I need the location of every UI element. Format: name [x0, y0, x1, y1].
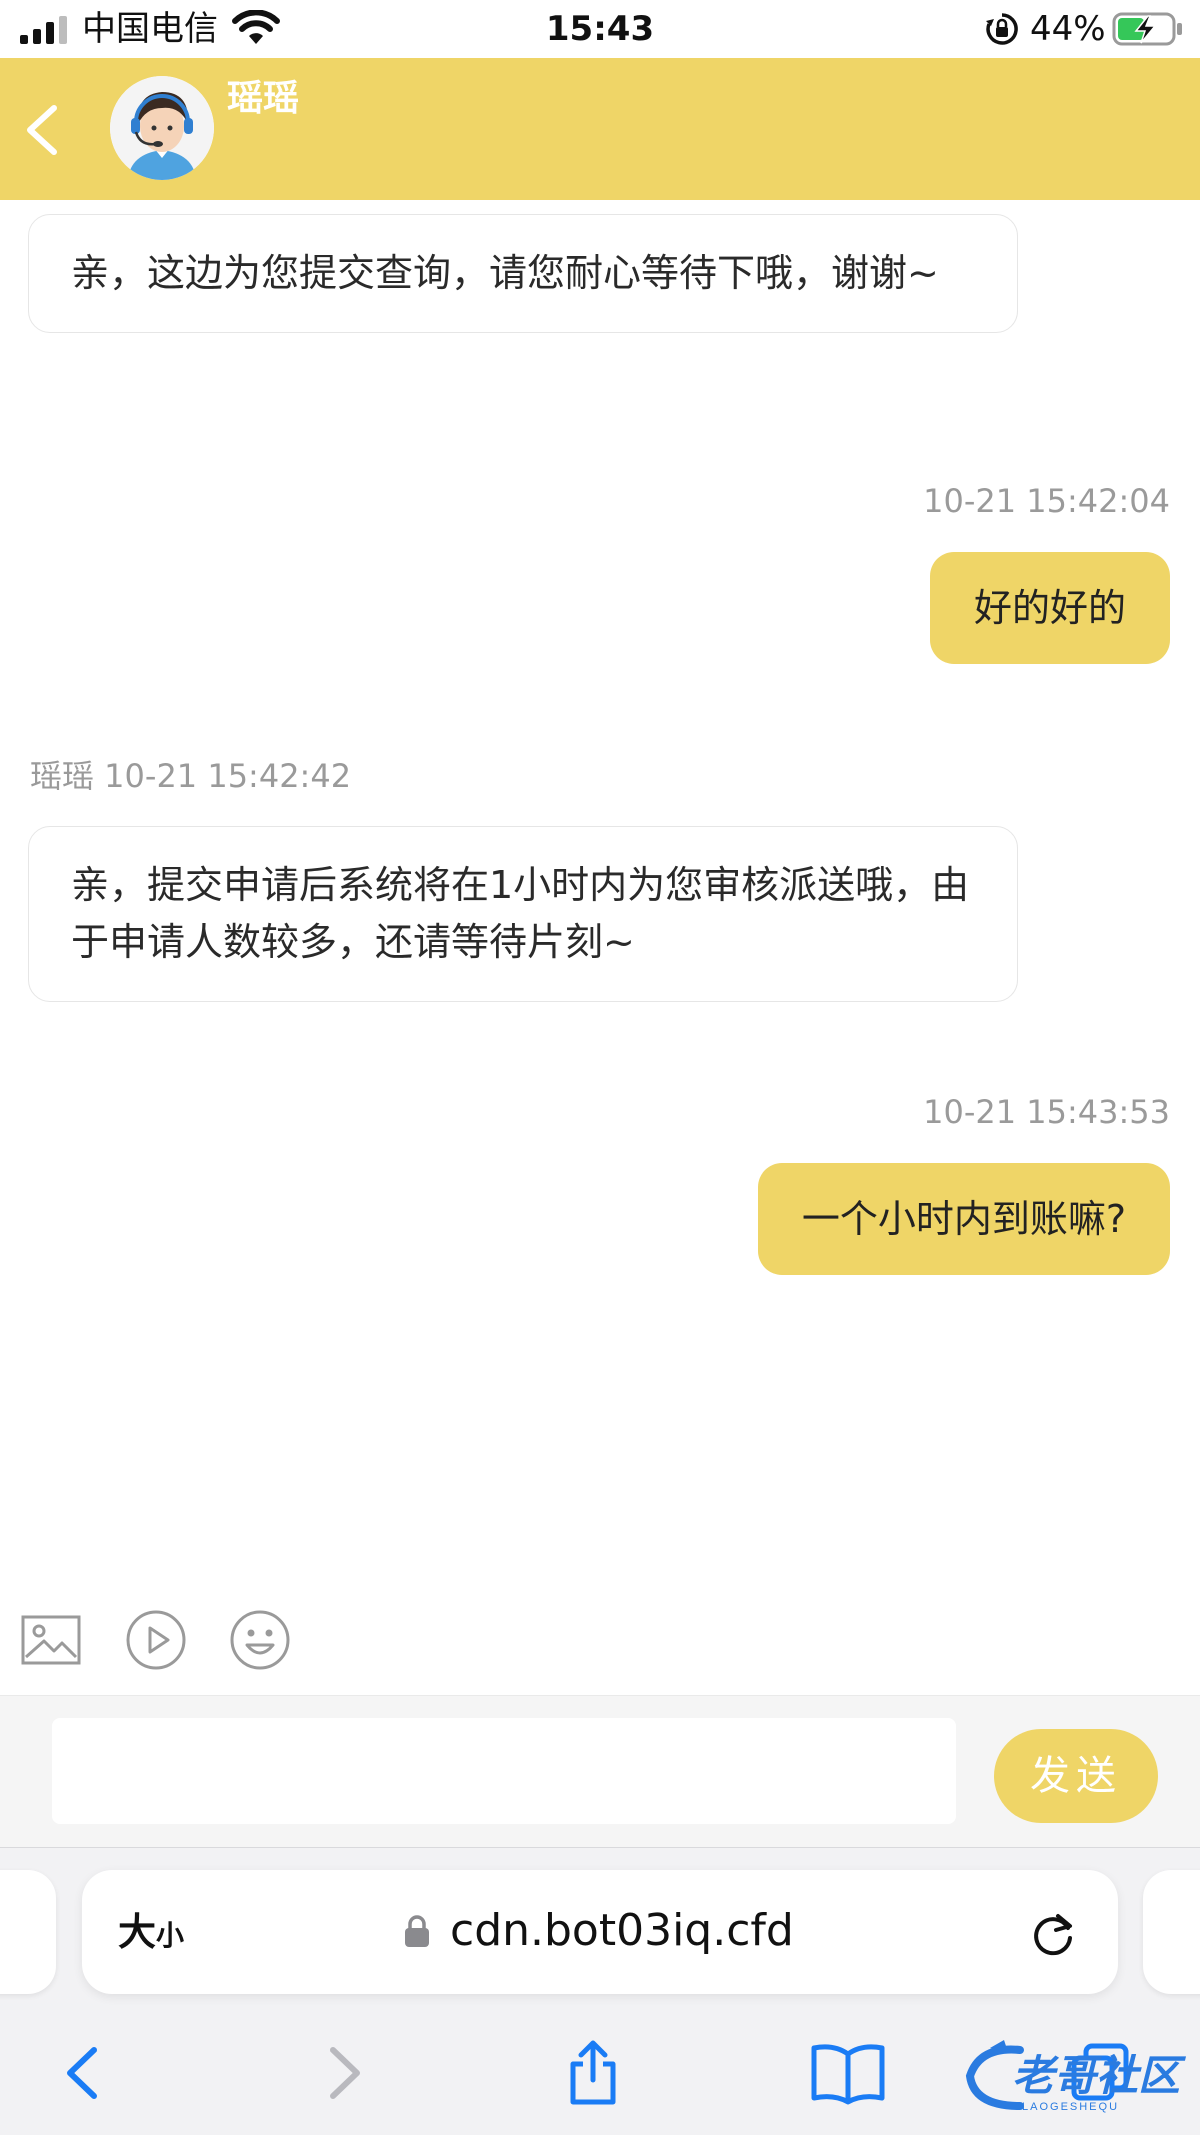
previous-tab-preview[interactable]	[0, 1870, 56, 1994]
forward-nav-icon[interactable]	[313, 2040, 373, 2106]
video-play-icon[interactable]	[125, 1609, 187, 1671]
emoji-icon[interactable]	[229, 1609, 291, 1671]
reload-icon[interactable]	[1028, 1908, 1078, 1958]
orientation-lock-icon	[986, 13, 1018, 45]
text-size-button[interactable]: 大小	[118, 1906, 184, 1962]
text-size-label-small: 小	[156, 1919, 185, 1952]
message-text: 好的好的	[973, 586, 1126, 630]
message-text: 亲，这边为您提交查询，请您耐心等待下哦，谢谢~	[71, 251, 939, 295]
outgoing-message: 一个小时内到账嘛?	[757, 1163, 1170, 1275]
message-text: 一个小时内到账嘛?	[801, 1197, 1126, 1241]
svg-text:老哥社区: 老哥社区	[1012, 2052, 1187, 2099]
battery-charging-icon	[1112, 12, 1182, 46]
battery-percentage: 44%	[1030, 9, 1106, 49]
next-tab-preview[interactable]	[1143, 1870, 1200, 1994]
attachment-toolbar	[0, 1585, 1200, 1695]
send-button[interactable]: 发送	[994, 1729, 1158, 1823]
incoming-message: 亲，这边为您提交查询，请您耐心等待下哦，谢谢~	[28, 214, 1018, 333]
watermark-logo: 老哥社区 LAOGESHEQU	[965, 2040, 1187, 2113]
chat-message-list[interactable]: 亲，这边为您提交查询，请您耐心等待下哦，谢谢~ 10-21 15:42:04 好…	[0, 200, 1200, 1585]
back-nav-icon[interactable]	[54, 2040, 114, 2106]
address-bar[interactable]: 大小 cdn.bot03iq.cfd	[82, 1870, 1118, 1994]
lock-icon	[405, 1915, 429, 1947]
chat-header: 瑶瑶	[0, 58, 1200, 200]
bookmarks-icon[interactable]	[810, 2040, 886, 2106]
text-size-label-big: 大	[118, 1910, 157, 1954]
back-arrow-icon[interactable]	[18, 102, 68, 158]
svg-text:LAOGESHEQU: LAOGESHEQU	[1022, 2101, 1119, 2113]
image-icon[interactable]	[20, 1609, 82, 1671]
status-bar: 中国电信 15:43 44%	[0, 0, 1200, 58]
incoming-message: 亲，提交申请后系统将在1小时内为您审核派送哦，由于申请人数较多，还请等待片刻~	[28, 826, 1018, 1002]
message-timestamp: 10-21 15:42:04	[923, 482, 1170, 520]
message-composer: 发送	[0, 1695, 1200, 1848]
message-input[interactable]	[52, 1718, 956, 1824]
agent-avatar	[110, 76, 214, 180]
sender-timestamp: 瑶瑶 10-21 15:42:42	[30, 757, 352, 795]
url-text: cdn.bot03iq.cfd	[450, 1905, 794, 1956]
status-time: 15:43	[545, 9, 655, 49]
share-icon[interactable]	[563, 2040, 623, 2106]
outgoing-message: 好的好的	[929, 552, 1170, 664]
message-text: 亲，提交申请后系统将在1小时内为您审核派送哦，由于申请人数较多，还请等待片刻~	[71, 863, 970, 964]
message-timestamp: 10-21 15:43:53	[923, 1093, 1170, 1131]
browser-toolbar: 大小 cdn.bot03iq.cfd 老哥社区 LAOGESHEQU	[0, 1847, 1200, 2135]
agent-name: 瑶瑶	[227, 78, 300, 119]
